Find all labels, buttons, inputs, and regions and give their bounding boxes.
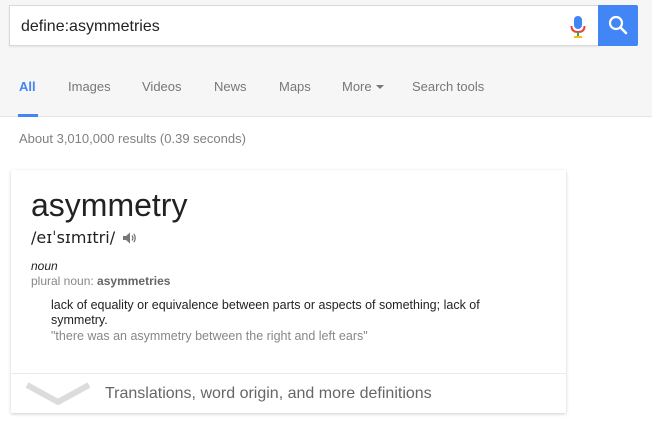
plural-word: asymmetries: [97, 274, 171, 288]
plural-form: plural noun: asymmetries: [31, 274, 170, 288]
tab-search-tools[interactable]: Search tools: [412, 79, 484, 94]
search-button[interactable]: [598, 5, 638, 46]
tab-videos[interactable]: Videos: [142, 79, 182, 94]
dictionary-word: asymmetry: [31, 187, 188, 223]
phonetic-spelling: /eɪˈsɪmɪtri/: [31, 228, 116, 247]
active-tab-indicator: [18, 114, 38, 117]
result-stats: About 3,010,000 results (0.39 seconds): [19, 131, 246, 146]
plural-label: plural noun:: [31, 274, 98, 288]
part-of-speech: noun: [31, 259, 58, 273]
card-divider: [11, 373, 566, 374]
search-input[interactable]: [19, 14, 543, 40]
speaker-icon[interactable]: [121, 230, 137, 246]
search-box[interactable]: [9, 5, 599, 46]
tab-images[interactable]: Images: [68, 79, 111, 94]
more-definitions-link[interactable]: Translations, word origin, and more defi…: [105, 385, 432, 403]
mic-icon[interactable]: [570, 15, 586, 39]
chevron-down-icon[interactable]: [25, 382, 91, 406]
top-bar: All Images Videos News Maps More Search …: [0, 0, 652, 117]
caret-down-icon: [375, 84, 384, 89]
tab-more-label: More: [342, 79, 372, 94]
definition-card: asymmetry /eɪˈsɪmɪtri/ noun plural noun:…: [11, 170, 566, 413]
tab-maps[interactable]: Maps: [279, 79, 311, 94]
example-sentence: "there was an asymmetry between the righ…: [51, 329, 368, 343]
definition-text: lack of equality or equivalence between …: [51, 298, 480, 327]
tab-all[interactable]: All: [19, 79, 36, 94]
tab-news[interactable]: News: [214, 79, 247, 94]
search-icon: [608, 15, 628, 35]
tab-bar: All Images Videos News Maps More Search …: [0, 70, 652, 117]
tab-more[interactable]: More: [342, 79, 384, 94]
